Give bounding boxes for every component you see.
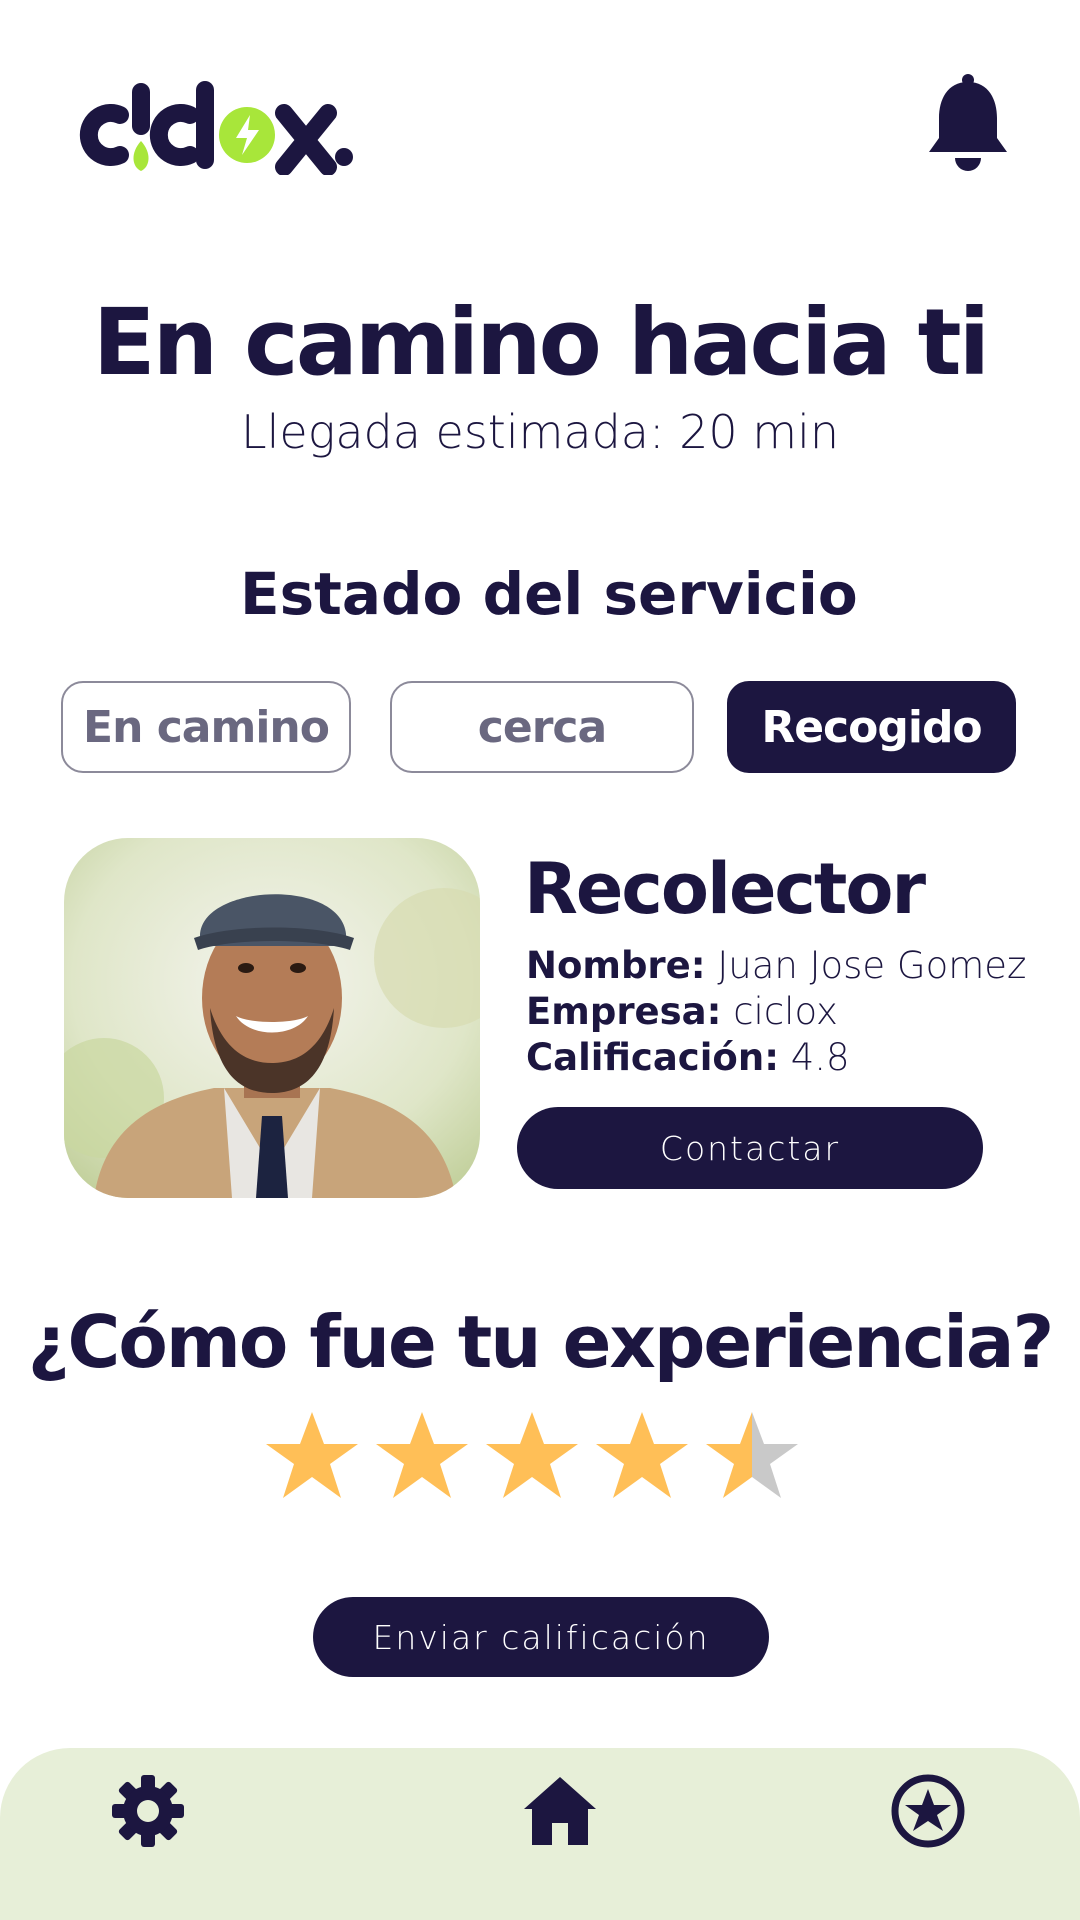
- status-step-label: cerca: [477, 701, 607, 753]
- star-icon[interactable]: [264, 1410, 360, 1502]
- collector-heading: Recolector: [524, 848, 926, 930]
- collector-company-label: Empresa:: [526, 990, 722, 1033]
- collector-rating: Calificación: 4.8: [526, 1036, 850, 1079]
- gear-icon[interactable]: [110, 1773, 186, 1849]
- collector-name-label: Nombre:: [526, 944, 706, 987]
- bell-icon[interactable]: [925, 72, 1011, 172]
- star-icon[interactable]: [374, 1410, 470, 1502]
- experience-question: ¿Cómo fue tu experiencia?: [27, 1300, 1054, 1384]
- star-rating[interactable]: [264, 1410, 800, 1502]
- home-icon[interactable]: [522, 1773, 598, 1849]
- collector-rating-label: Calificación:: [526, 1036, 779, 1079]
- collector-rating-value: 4.8: [790, 1036, 850, 1079]
- star-icon[interactable]: [594, 1410, 690, 1502]
- status-step-label: En camino: [83, 701, 330, 753]
- page-title: En camino hacia ti: [92, 289, 990, 396]
- collector-company-value: ciclox: [733, 990, 838, 1033]
- status-step-recogido[interactable]: Recogido: [727, 681, 1016, 773]
- star-badge-icon[interactable]: [890, 1773, 966, 1849]
- collector-photo: [64, 838, 480, 1198]
- collector-name-value: Juan Jose Gomez: [717, 944, 1027, 987]
- service-status-heading: Estado del servicio: [240, 560, 858, 628]
- ciclox-logo: [72, 70, 362, 180]
- status-step-cerca[interactable]: cerca: [390, 681, 694, 773]
- half-star-icon[interactable]: [704, 1410, 800, 1502]
- star-icon[interactable]: [484, 1410, 580, 1502]
- status-step-label: Recogido: [761, 701, 982, 753]
- collector-company: Empresa: ciclox: [526, 990, 838, 1033]
- collector-name: Nombre: Juan Jose Gomez: [526, 944, 1026, 987]
- ciclox-logo-mark: [79, 81, 353, 175]
- status-step-en-camino[interactable]: En camino: [61, 681, 351, 773]
- contact-button[interactable]: Contactar: [517, 1107, 983, 1189]
- estimated-arrival: Llegada estimada: 20 min: [241, 405, 839, 459]
- send-rating-button[interactable]: Enviar calificación: [313, 1597, 769, 1677]
